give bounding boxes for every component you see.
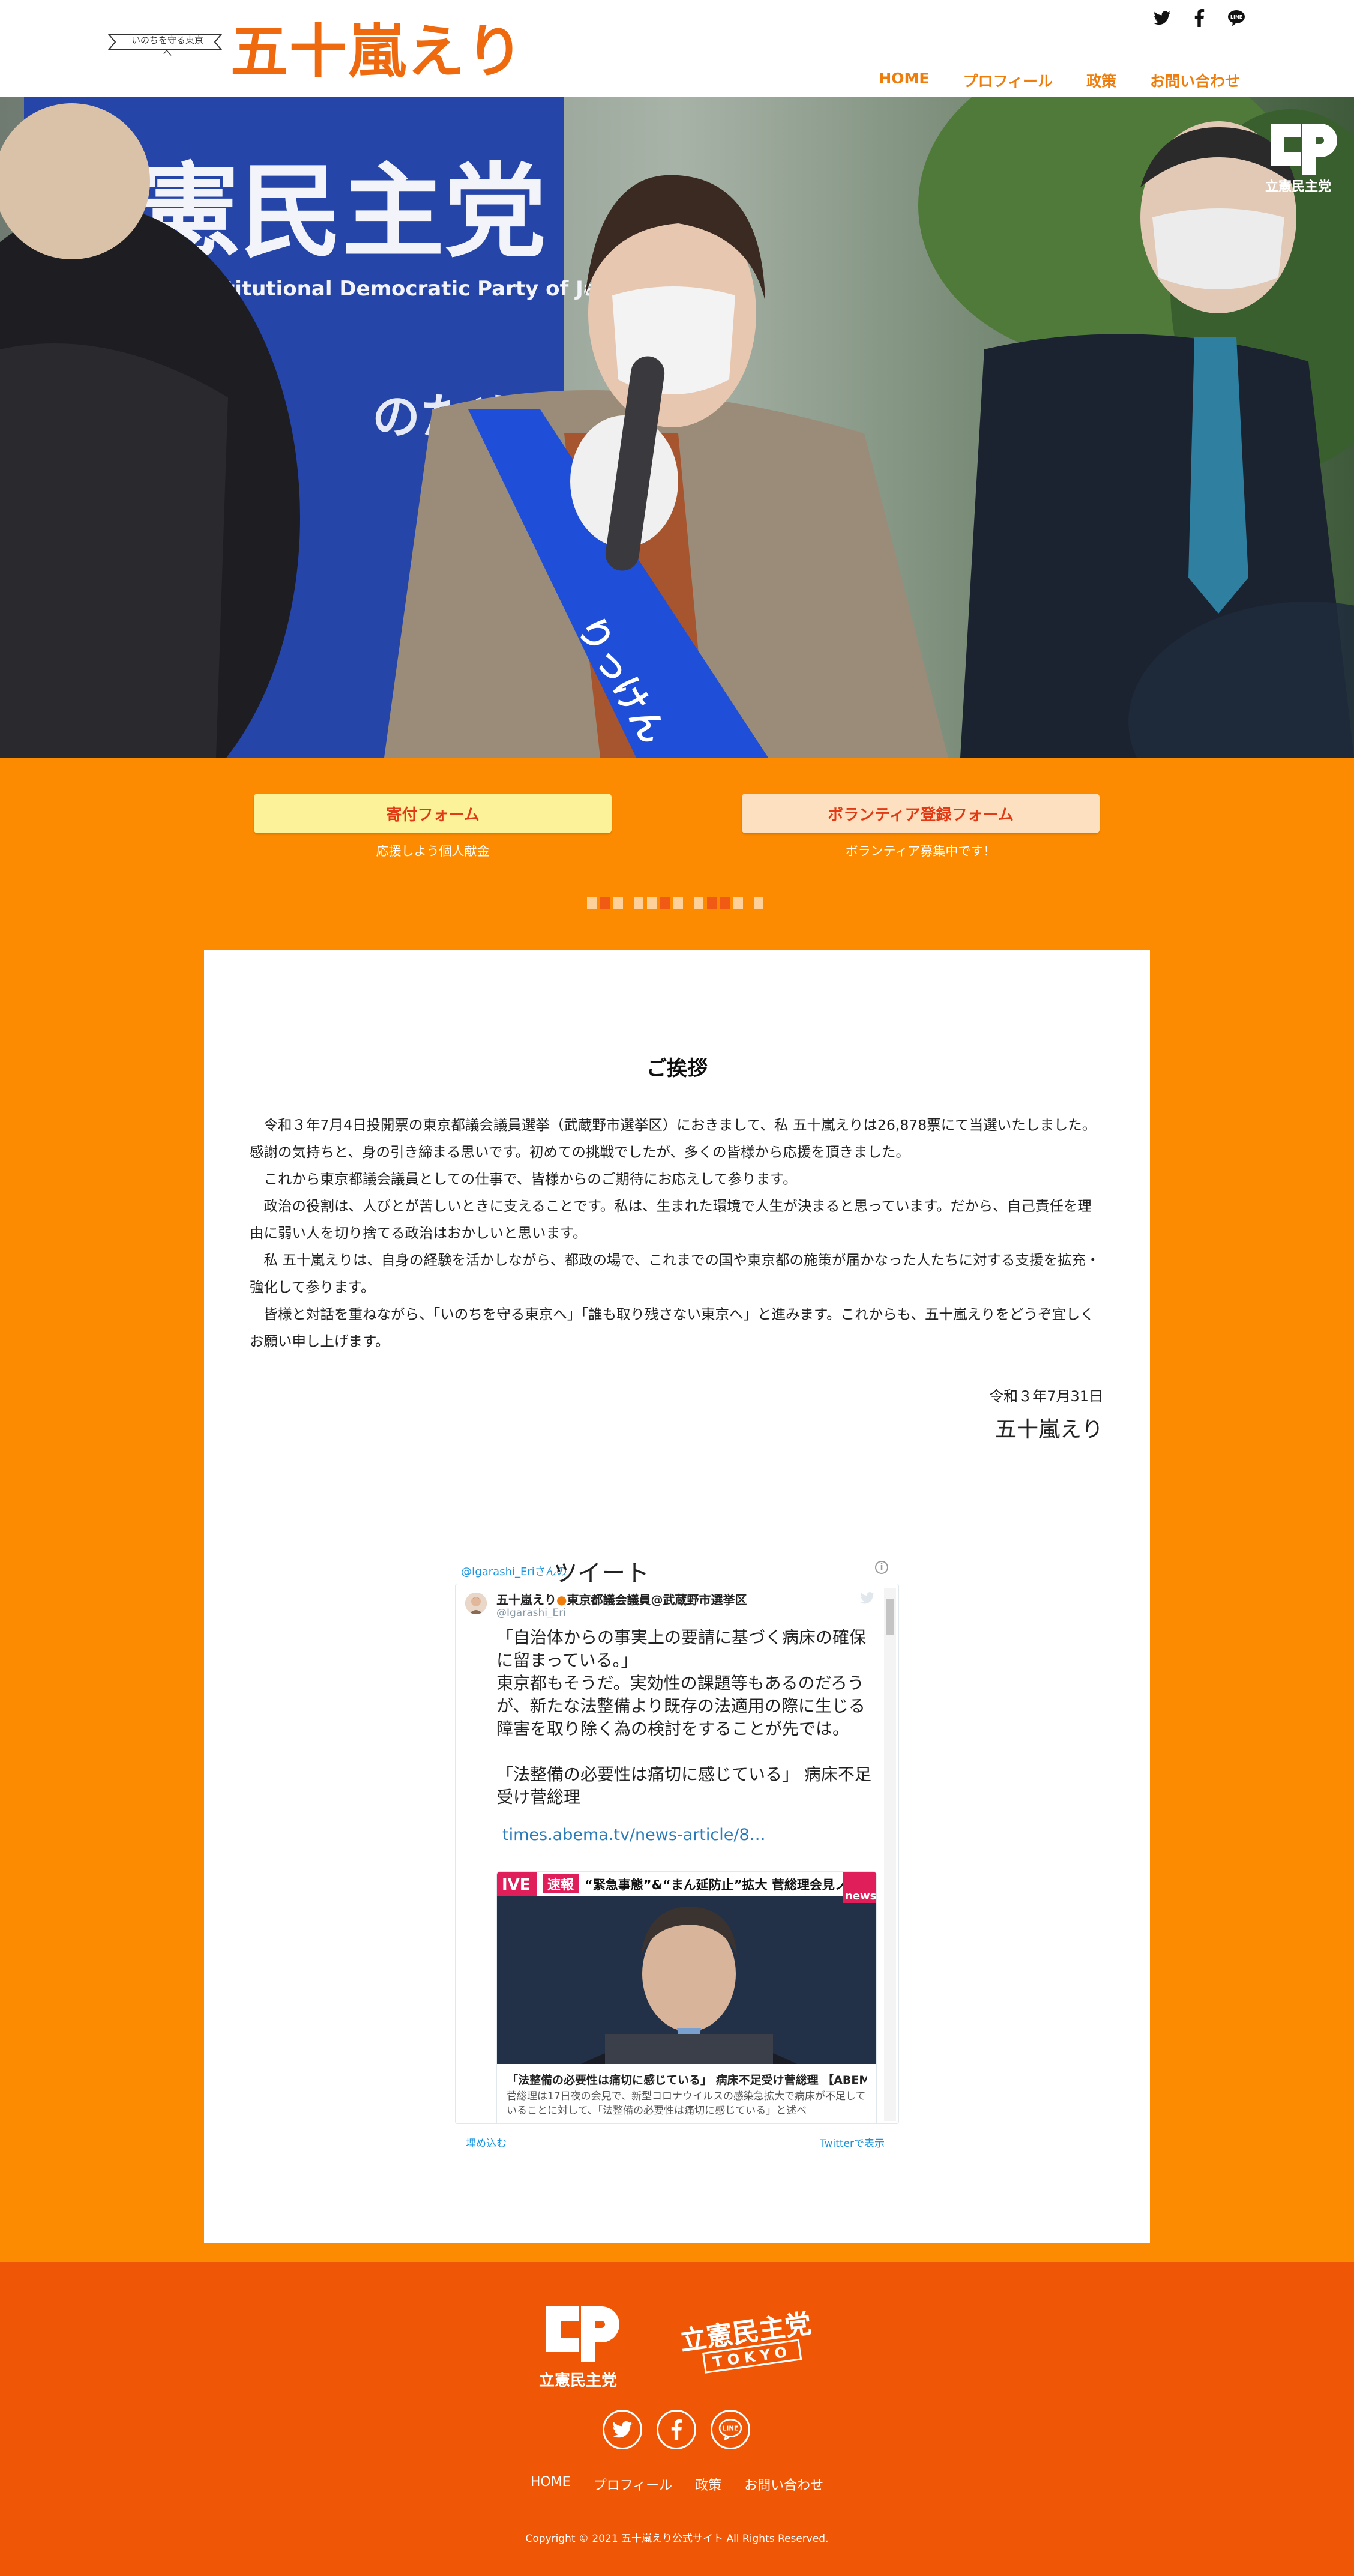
greeting-panel: ご挨拶 令和３年7月4日投開票の東京都議会議員選挙（武蔵野市選挙区）におきまして…	[204, 950, 1150, 2243]
facebook-icon[interactable]	[1190, 8, 1209, 28]
greeting-heading: ご挨拶	[646, 1057, 708, 1081]
tweet-user-name[interactable]: 五十嵐えり●東京都議会議員@武蔵野市選挙区	[496, 1590, 747, 1608]
cdp-tokyo-logo[interactable]: 立憲民主党 TOKYO	[672, 2310, 822, 2376]
cdp-footer-logo[interactable]: 立憲民主党	[533, 2302, 623, 2392]
avatar[interactable]	[465, 1593, 487, 1614]
facebook-icon[interactable]	[657, 2410, 696, 2449]
svg-text:LINE: LINE	[1230, 14, 1242, 20]
twitter-icon[interactable]	[1152, 8, 1172, 28]
nav-contact[interactable]: お問い合わせ	[1150, 70, 1240, 91]
tweet-card-image: IVE 速報 “緊急事態”&“まん延防止”拡大 菅総理会見ノーカット news	[497, 1872, 877, 2064]
scrollbar-thumb[interactable]	[886, 1599, 894, 1635]
greeting-paragraph: 皆様と対話を重ねながら、「いのちを守る東京へ」「誰も取り残さない東京へ」と進みま…	[250, 1306, 1094, 1350]
tweet-user-rest: 東京都議会議員@武蔵野市選挙区	[567, 1593, 747, 1607]
tweet-user-handle[interactable]: @Igarashi_Eri	[496, 1607, 566, 1619]
line-icon[interactable]: LINE	[1227, 8, 1246, 28]
volunteer-form-button[interactable]: ボランティア登録フォーム	[742, 794, 1100, 833]
tweet-card-title: 「法整備の必要性は痛切に感じている」 病床不足受け菅総理 【ABEM…	[507, 2074, 867, 2087]
svg-text:LINE: LINE	[723, 2425, 738, 2432]
info-icon[interactable]: i	[875, 1561, 888, 1574]
footer-nav-profile[interactable]: プロフィール	[594, 2475, 673, 2494]
footer-nav: HOME プロフィール 政策 お問い合わせ	[0, 2475, 1354, 2494]
footer-nav-policy[interactable]: 政策	[695, 2475, 721, 2494]
twitter-timeline-embed: @Igarashi_Eriさんの ツイート i 五十嵐えり●東京都議会議員@武蔵…	[455, 1550, 899, 2154]
greeting-date: 令和３年7月31日	[989, 1388, 1103, 1405]
nav-home[interactable]: HOME	[879, 70, 929, 91]
site-header: いのちを守る東京へ 五十嵐えり LINE HOME プロフィール 政策 お問い合…	[0, 0, 1354, 97]
tweet-scrollbar[interactable]	[884, 1588, 896, 2121]
hero-photo: 立憲民主党 The Constitutional Democratic Part…	[0, 97, 1354, 758]
header-social-links: LINE	[1152, 8, 1246, 28]
hero-illustration: 立憲民主党 The Constitutional Democratic Part…	[0, 97, 1354, 758]
nav-profile[interactable]: プロフィール	[963, 70, 1053, 91]
cdp-mark-label: 立憲民主党	[1265, 179, 1331, 195]
greeting-paragraph: 政治の役割は、人びとが苦しいときに支えることです。私は、生まれた環境で人生が決ま…	[250, 1198, 1092, 1241]
greeting-signature: 五十嵐えり	[994, 1417, 1103, 1442]
twitter-icon[interactable]	[603, 2410, 642, 2449]
copyright: Copyright © 2021 五十嵐えり公式サイト All Rights R…	[525, 2533, 829, 2545]
embed-link[interactable]: 埋め込む	[466, 2135, 507, 2150]
footer-nav-contact[interactable]: お問い合わせ	[744, 2475, 823, 2494]
tweet-card-description: 菅総理は17日夜の会見で、新型コロナウイルスの感染急拡大で病床が不足していること…	[507, 2090, 866, 2117]
tweet-embed-header: @Igarashi_Eriさんの ツイート i	[455, 1550, 899, 1587]
tweet-link-card[interactable]: IVE 速報 “緊急事態”&“まん延防止”拡大 菅総理会見ノーカット news	[496, 1871, 877, 2123]
line-icon[interactable]: LINE	[711, 2410, 750, 2449]
volunteer-subtext: ボランティア募集中です！	[845, 844, 996, 858]
greeting-body: 令和３年7月4日投開票の東京都議会議員選挙（武蔵野市選挙区）におきまして、私 五…	[250, 1112, 1102, 1355]
site-footer: 立憲民主党 立憲民主党 TOKYO LINE HOME プロフィール 政策 お問…	[0, 2262, 1354, 2576]
tweet-embed-footer: 埋め込む Twitterで表示	[455, 2124, 899, 2154]
card-live-tag: IVE	[502, 1876, 531, 1894]
tagline: いのちを守る東京へ	[131, 35, 203, 58]
orange-circle-icon: ●	[556, 1593, 567, 1607]
footer-social-links: LINE	[603, 2410, 750, 2449]
tweet-text: 「自治体からの事実上の要請に基づく病床の確保に留まっている。」 東京都もそうだ。…	[496, 1627, 871, 1807]
greeting-paragraph: これから東京都議会議員としての仕事で、皆様からのご期待にお応えして参ります。	[263, 1171, 797, 1187]
cdp-footer-label: 立憲民主党	[539, 2371, 617, 2390]
twitter-bird-icon[interactable]	[860, 1591, 874, 1605]
main-nav: HOME プロフィール 政策 お問い合わせ	[879, 70, 1240, 91]
view-on-twitter-link[interactable]: Twitterで表示	[820, 2135, 885, 2150]
greeting-paragraph: 令和３年7月4日投開票の東京都議会議員選挙（武蔵野市選挙区）におきまして、私 五…	[250, 1117, 1097, 1160]
donate-form-button[interactable]: 寄付フォーム	[254, 794, 612, 833]
greeting-paragraph: 私 五十嵐えりは、自身の経験を活かしながら、都政の場で、これまでの国や東京都の施…	[250, 1252, 1100, 1296]
tweet-card[interactable]: 五十嵐えり●東京都議会議員@武蔵野市選挙区 @Igarashi_Eri 「自治体…	[455, 1584, 899, 2124]
cdp-logo-mark: 立憲民主党	[1265, 124, 1337, 195]
footer-nav-home[interactable]: HOME	[531, 2475, 571, 2494]
main-section: 寄付フォーム 応援しよう個人献金 ボランティア登録フォーム ボランティア募集中で…	[0, 758, 1354, 2262]
tweet-user-first: 五十嵐えり	[496, 1593, 556, 1607]
decorative-dots	[587, 897, 763, 909]
card-breaking-tag: 速報	[547, 1877, 574, 1893]
nav-policy[interactable]: 政策	[1086, 70, 1116, 91]
card-headline: “緊急事態”&“まん延防止”拡大 菅総理会見ノーカット	[585, 1878, 877, 1892]
tweet-handle-link[interactable]: @Igarashi_Eriさんの	[461, 1563, 567, 1579]
tweet-link[interactable]: times.abema.tv/news-article/8…	[502, 1826, 766, 1844]
site-logo[interactable]: 五十嵐えり	[230, 23, 525, 80]
donate-subtext: 応援しよう個人献金	[376, 844, 490, 858]
card-news-tag: news	[845, 1890, 876, 1902]
